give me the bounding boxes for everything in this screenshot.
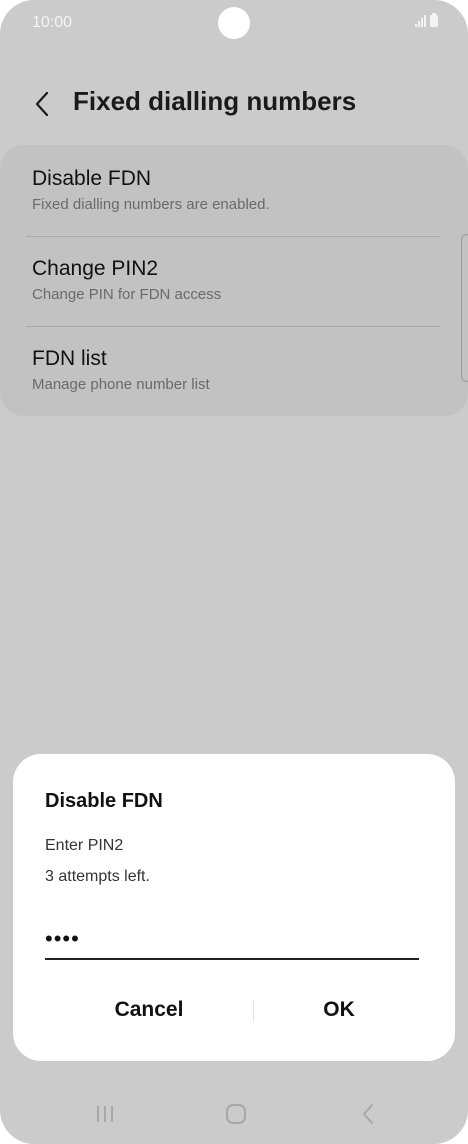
attempts-left-text: 3 attempts left. <box>45 868 150 885</box>
status-icons <box>415 13 438 27</box>
settings-card: Disable FDN Fixed dialling numbers are e… <box>0 145 468 416</box>
cancel-button[interactable]: Cancel <box>59 990 239 1030</box>
setting-subtitle: Change PIN for FDN access <box>32 286 222 303</box>
setting-disable-fdn[interactable]: Disable FDN Fixed dialling numbers are e… <box>32 167 440 213</box>
status-time: 10:00 <box>32 14 73 31</box>
signal-icon <box>415 15 426 27</box>
chevron-left-icon <box>35 91 49 117</box>
setting-subtitle: Manage phone number list <box>32 376 210 393</box>
dialog-message: Enter PIN2 <box>45 837 124 854</box>
camera-cutout <box>218 7 250 39</box>
setting-fdn-list[interactable]: FDN list Manage phone number list <box>32 347 440 393</box>
setting-title: Disable FDN <box>32 167 152 190</box>
nav-back-button[interactable] <box>343 1094 393 1134</box>
back-button[interactable] <box>22 84 62 124</box>
setting-title: Change PIN2 <box>32 257 159 280</box>
setting-title: FDN list <box>32 347 107 370</box>
home-icon <box>226 1104 246 1124</box>
page-title: Fixed dialling numbers <box>73 86 357 116</box>
divider <box>26 236 441 237</box>
dialog-title: Disable FDN <box>45 790 163 812</box>
divider <box>26 326 441 327</box>
scrollbar[interactable] <box>461 234 468 382</box>
ok-button[interactable]: OK <box>249 990 429 1030</box>
home-button[interactable] <box>211 1094 261 1134</box>
disable-fdn-dialog: Disable FDN Enter PIN2 3 attempts left. … <box>13 754 455 1061</box>
pin2-input[interactable] <box>45 920 419 960</box>
back-nav-icon <box>363 1104 373 1124</box>
phone-screen: 10:00 Fixed dialling numbers Disable FDN… <box>0 0 468 1144</box>
setting-subtitle: Fixed dialling numbers are enabled. <box>32 196 270 213</box>
recent-apps-icon <box>97 1106 113 1122</box>
battery-icon <box>430 13 438 27</box>
recent-apps-button[interactable] <box>80 1094 130 1134</box>
setting-change-pin2[interactable]: Change PIN2 Change PIN for FDN access <box>32 257 440 303</box>
